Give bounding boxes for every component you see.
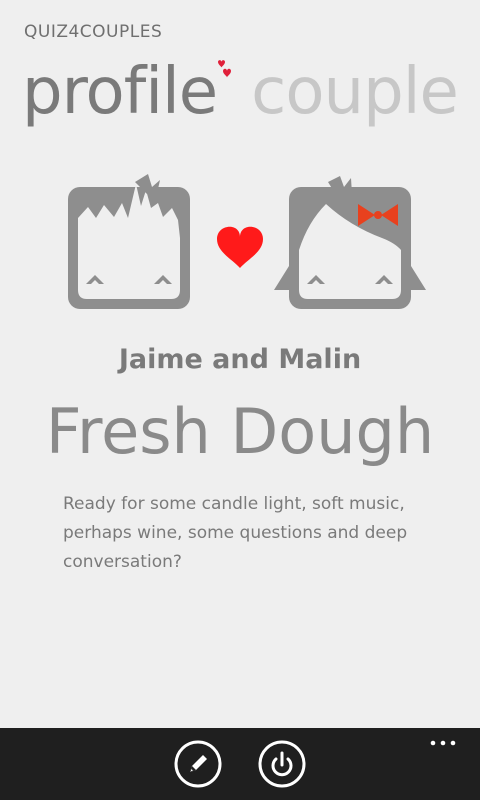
pivot-item-couple[interactable]: couple (251, 52, 459, 132)
app-title: QUIZ4COUPLES (24, 22, 163, 42)
couple-names: Jaime and Malin (118, 344, 362, 375)
ellipsis-icon[interactable] (428, 734, 458, 752)
pencil-icon[interactable] (174, 740, 222, 788)
app-bar (0, 728, 480, 800)
boy-avatar-icon (68, 174, 190, 309)
power-icon[interactable] (258, 740, 306, 788)
pivot-item-profile[interactable]: profile (22, 52, 218, 132)
app-root: QUIZ4COUPLES profile couple Jaime and Ma… (0, 0, 480, 800)
small-hearts-icon (218, 60, 231, 78)
pivot-header: profile couple (22, 52, 459, 132)
heart-icon (217, 226, 263, 268)
level-description: Ready for some candle light, soft music,… (63, 494, 408, 572)
level-title: Fresh Dough (45, 395, 435, 468)
girl-avatar-icon (274, 176, 426, 309)
couple-avatars (68, 174, 426, 309)
